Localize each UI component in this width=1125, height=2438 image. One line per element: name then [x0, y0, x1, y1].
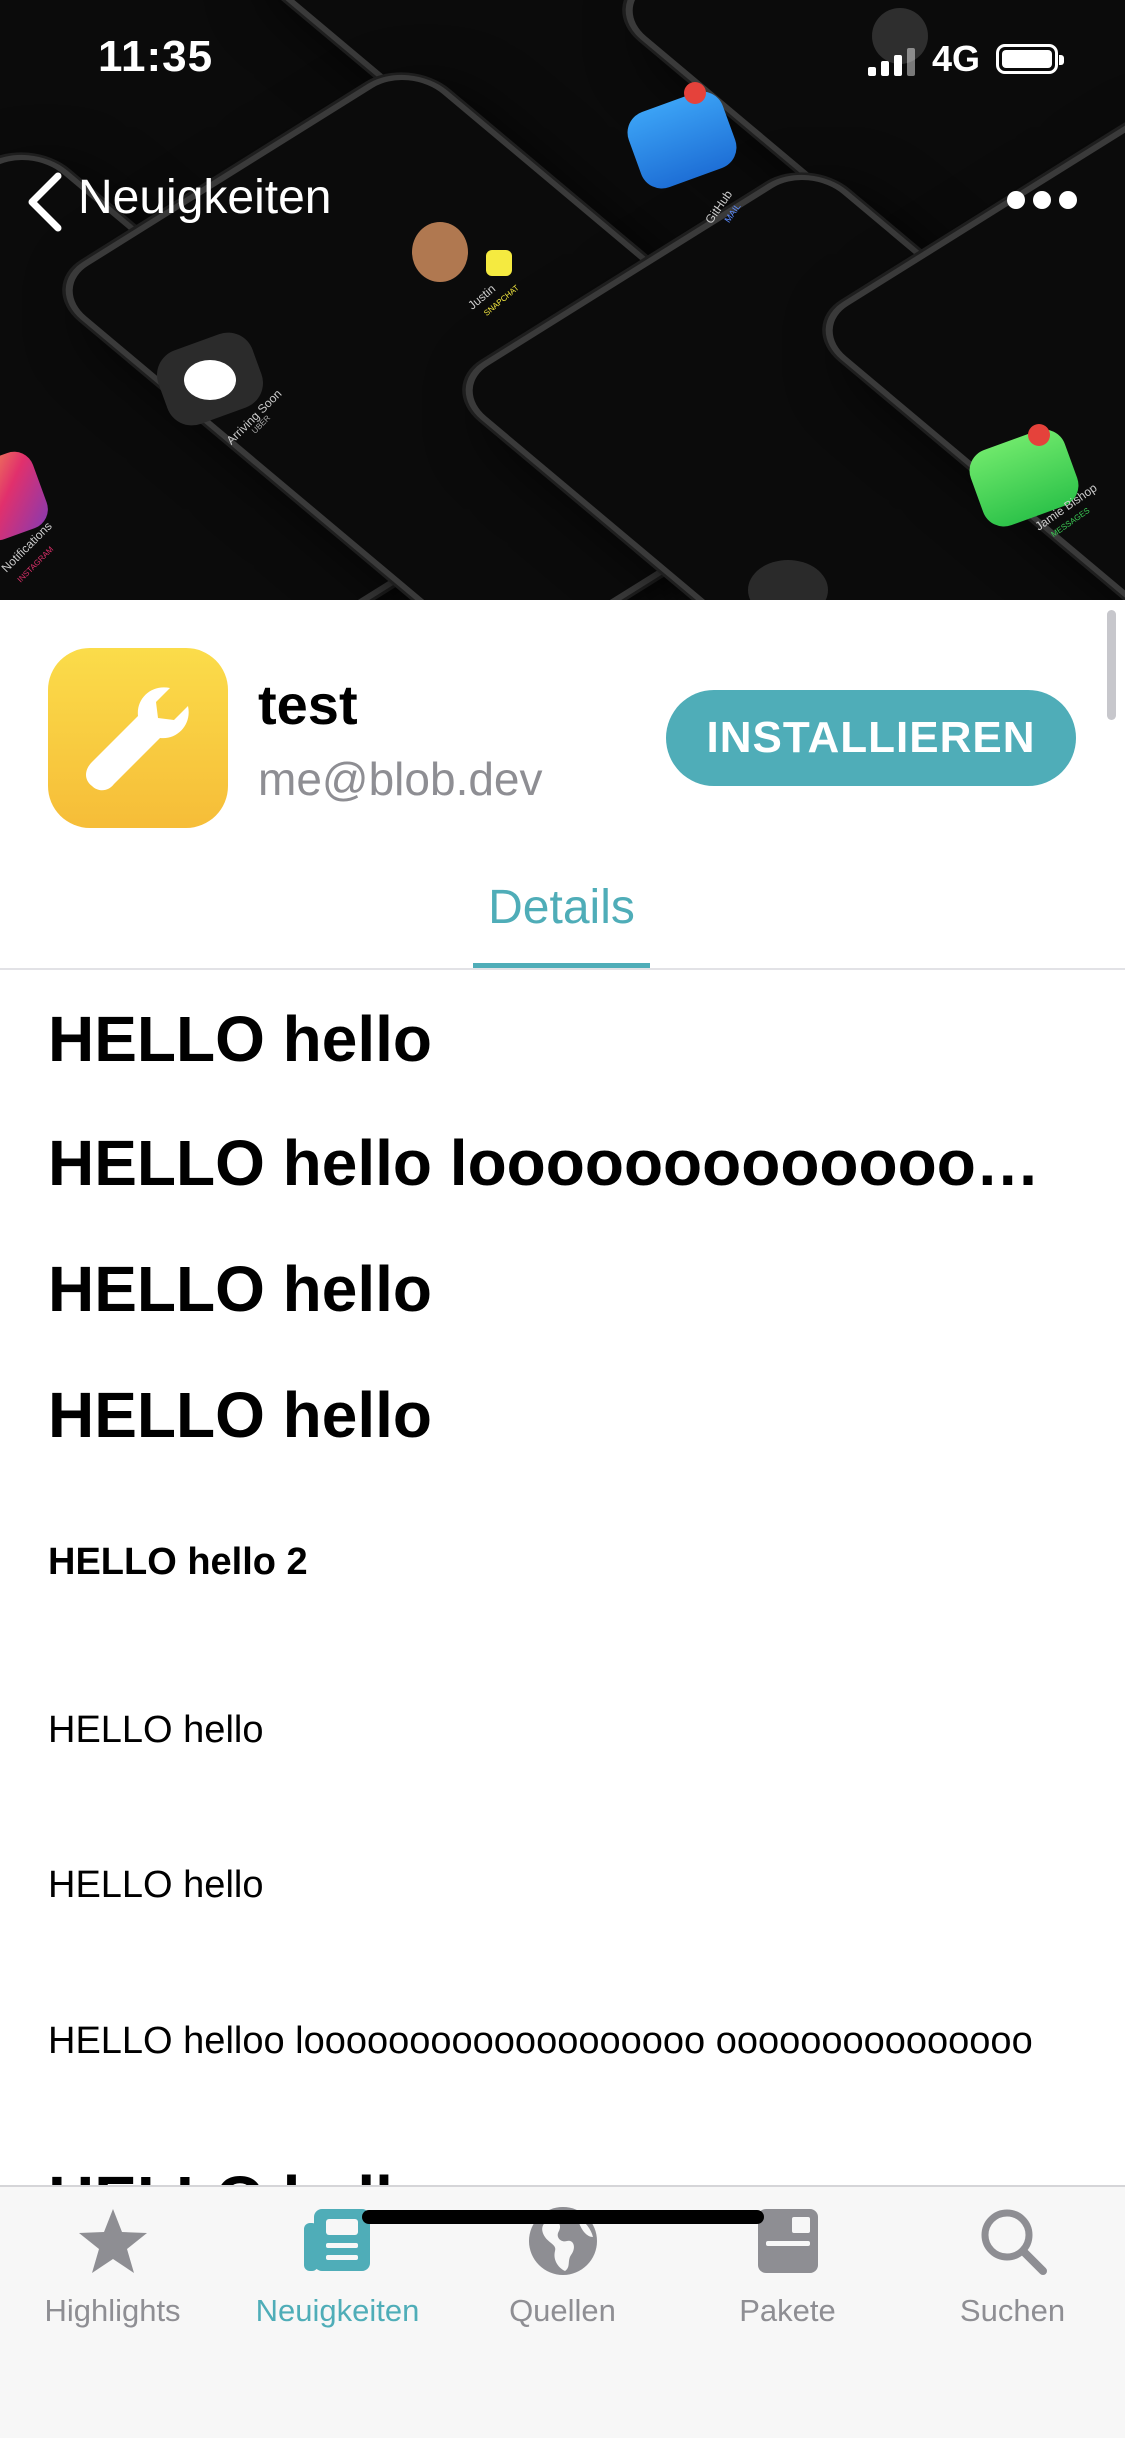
heading-4: HELLO hello 2	[48, 1541, 308, 1583]
chevron-left-icon[interactable]	[24, 170, 66, 234]
scroll-indicator	[1107, 610, 1116, 720]
paragraph: HELLO hello	[48, 1709, 264, 1751]
tab-label: Neuigkeiten	[255, 2293, 420, 2328]
notification-badge	[1028, 424, 1050, 446]
uber-logo-icon	[184, 360, 236, 400]
app-icon	[48, 648, 228, 828]
heading-1: HELLO hello	[48, 1253, 432, 1325]
paragraph: HELLO hello	[48, 1864, 264, 1906]
cellular-signal-icon	[868, 48, 915, 76]
navigation-bar: Neuigkeiten	[0, 150, 1125, 250]
install-button[interactable]: INSTALLIEREN	[666, 690, 1076, 786]
app-name: test	[258, 673, 358, 736]
app-author: me@blob.dev	[258, 753, 543, 805]
tab-divider	[0, 968, 1125, 970]
tab-highlights[interactable]: Highlights	[0, 2187, 225, 2367]
tab-details[interactable]: Details	[473, 880, 650, 935]
tab-label: Highlights	[44, 2293, 181, 2328]
status-time: 11:35	[98, 32, 214, 81]
wrench-icon	[86, 687, 189, 791]
more-options-icon[interactable]	[1006, 188, 1078, 212]
status-bar: 11:35 4G	[0, 0, 1125, 120]
home-indicator	[362, 2210, 764, 2224]
heading-1: HELLO hello	[48, 1003, 432, 1075]
details-content: HELLO hello HELLO hello looooooooooooooo…	[0, 972, 1125, 2185]
tab-label: Suchen	[959, 2293, 1066, 2328]
tab-label: Quellen	[509, 2293, 616, 2328]
tab-label: Pakete	[739, 2293, 836, 2328]
back-button[interactable]: Neuigkeiten	[78, 170, 332, 225]
search-icon	[981, 2209, 1047, 2275]
heading-1: HELLO hello loooooooooooooooooooooo	[48, 1127, 1078, 1199]
heading-1: HELLO hello	[48, 1379, 432, 1451]
battery-icon	[996, 44, 1064, 74]
tab-suchen[interactable]: Suchen	[900, 2187, 1125, 2367]
star-icon	[79, 2209, 147, 2273]
network-type: 4G	[932, 38, 981, 79]
snapchat-icon	[486, 250, 512, 276]
paragraph: HELLO helloo looooooooooooooooooo oooooo…	[48, 2020, 1033, 2062]
heading-1: HELLO hello	[48, 2162, 1078, 2185]
